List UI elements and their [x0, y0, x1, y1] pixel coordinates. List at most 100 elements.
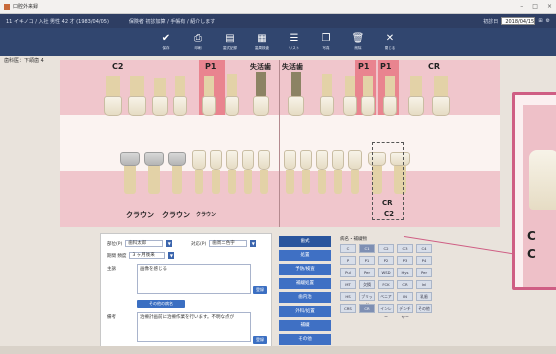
lower-label-crown: クラウン — [126, 211, 154, 219]
diagnosis-cell[interactable]: P — [340, 256, 356, 265]
period-select[interactable]: 3 ヶ月後来 — [129, 252, 166, 259]
note-textarea[interactable]: 治療計画前に治療作業を行います。不明な点が — [137, 312, 251, 342]
chevron-down-icon[interactable]: ▼ — [168, 252, 175, 259]
diagnosis-cell[interactable]: FCK — [378, 280, 394, 289]
photo-button[interactable]: ❐ 写真 — [313, 28, 339, 56]
dentist-info: 歯科医：下頜歯 4 — [4, 58, 44, 64]
delete-button[interactable]: 🗑 削除 — [345, 28, 371, 56]
print-button[interactable]: ⎙ 印刷 — [185, 28, 211, 56]
diagnosis-cell[interactable]: C3 — [397, 244, 413, 253]
app-icon — [4, 3, 10, 10]
diagnosis-cell[interactable]: C1 — [359, 244, 375, 253]
diagnosis-cell[interactable]: ブリッジ — [359, 292, 375, 307]
diagnosis-cell[interactable]: P3 — [397, 256, 413, 265]
diagnosis-cell[interactable]: MT — [340, 280, 356, 289]
maximize-button[interactable]: □ — [532, 3, 538, 10]
diagnosis-cell[interactable]: Hys — [397, 268, 413, 277]
tooth[interactable] — [432, 96, 450, 116]
diagnosis-cell[interactable]: 乳歯 — [416, 292, 432, 301]
tooth-crown-restoration[interactable] — [120, 152, 140, 166]
tooth[interactable] — [104, 96, 122, 116]
diagnosis-cell[interactable]: HS — [340, 292, 356, 301]
settings-icon[interactable]: ⚙ — [546, 18, 550, 24]
diagnosis-cell[interactable]: P2 — [378, 256, 394, 265]
diagnosis-cell[interactable]: Inl — [416, 280, 432, 289]
category-button[interactable]: 補綴処置 — [279, 278, 331, 289]
category-button[interactable]: 補綴 — [279, 320, 331, 331]
list-button[interactable]: ☰ リスト — [281, 28, 307, 56]
tooth[interactable] — [152, 96, 168, 116]
tooth[interactable] — [173, 96, 187, 116]
category-button[interactable]: 処置 — [279, 250, 331, 261]
diagnosis-cell[interactable]: その他 — [416, 304, 432, 313]
tooth[interactable] — [253, 96, 269, 116]
tooth[interactable] — [242, 150, 254, 170]
tooth-label: 失活歯 — [250, 63, 271, 71]
tooth-root — [228, 170, 236, 194]
tooth[interactable] — [348, 150, 362, 170]
tooth[interactable] — [300, 150, 312, 170]
tooth[interactable] — [128, 96, 146, 116]
tooth[interactable] — [320, 96, 334, 116]
diagnosis-cell[interactable]: インレー — [378, 304, 394, 319]
tooth[interactable] — [316, 150, 328, 170]
grid-icon[interactable]: ⊞ — [538, 18, 542, 24]
diagnosis-cell[interactable]: P1 — [359, 256, 375, 265]
category-button[interactable]: 歯式 — [279, 236, 331, 247]
diagnosis-cell[interactable]: C — [340, 244, 356, 253]
perio-exam-button[interactable]: ▦ 歯周検査 — [249, 28, 275, 56]
tooth[interactable] — [226, 150, 238, 170]
tooth-crown-restoration[interactable] — [168, 152, 186, 166]
main-complaint-textarea[interactable]: 画像を感じる — [137, 264, 251, 294]
tooth[interactable] — [284, 150, 296, 170]
tooth-select[interactable]: 歯科太郎 — [125, 240, 164, 247]
chevron-down-icon[interactable]: ▼ — [166, 240, 173, 247]
diagnosis-cell[interactable]: CRS — [340, 304, 356, 313]
tooth-root-dark — [291, 72, 301, 98]
category-button[interactable]: 外科/処置 — [279, 306, 331, 317]
main-toolbar: ✔ 保存 ⎙ 印刷 ▤ 歯式記録 ▦ 歯周検査 ☰ リスト ❐ 写真 🗑 削除 ✕ 閉じる — [0, 28, 556, 56]
diagnosis-cell[interactable]: デンチャー — [397, 304, 413, 319]
diagnosis-cell[interactable]: CR — [397, 280, 413, 289]
category-button[interactable]: その他 — [279, 334, 331, 345]
category-button[interactable]: 予防/検査 — [279, 264, 331, 275]
diagnosis-cell[interactable]: ベニア — [378, 292, 394, 301]
tooth[interactable] — [361, 96, 375, 116]
tooth-record-button[interactable]: ▤ 歯式記録 — [217, 28, 243, 56]
note-register-button[interactable]: 登録 — [253, 336, 267, 344]
window-title: 口腔外来録 — [13, 4, 39, 10]
date-input[interactable]: 2018/04/15 — [501, 17, 536, 25]
diagnosis-cell[interactable]: Pul — [340, 268, 356, 277]
dental-chart[interactable]: C2 P1 失活歯 失活歯 P1 P1 CR クラウン クラウン クラウン CR… — [60, 60, 500, 227]
diagnosis-cell[interactable]: Per — [359, 268, 375, 277]
tooth[interactable] — [343, 96, 357, 116]
save-button[interactable]: ✔ 保存 — [153, 28, 179, 56]
category-button[interactable]: 歯内治 — [279, 292, 331, 303]
diagnosis-cell[interactable]: CR — [359, 304, 375, 313]
minimize-button[interactable]: – — [520, 3, 523, 10]
diagnosis-cell[interactable]: P4 — [416, 256, 432, 265]
tooth-crown-restoration[interactable] — [144, 152, 164, 166]
disease-select[interactable]: 歯周ニ色字 — [209, 240, 248, 247]
diagnosis-cell[interactable]: Per — [416, 268, 432, 277]
main-register-button[interactable]: 登録 — [253, 286, 267, 294]
diagnosis-cell[interactable]: C4 — [416, 244, 432, 253]
diagnosis-cell[interactable]: 欠損 — [359, 280, 375, 289]
diagnosis-cell[interactable]: IN — [397, 292, 413, 301]
tooth[interactable] — [225, 96, 239, 116]
close-window-button[interactable]: × — [547, 3, 552, 10]
print-icon: ⎙ — [194, 33, 202, 44]
other-disease-button[interactable]: その他の病名 — [137, 300, 185, 308]
tooth[interactable] — [210, 150, 222, 170]
tooth[interactable] — [192, 150, 206, 170]
tooth[interactable] — [202, 96, 216, 116]
diagnosis-cell[interactable]: WSD — [378, 268, 394, 277]
tooth[interactable] — [258, 150, 270, 170]
chevron-down-icon[interactable]: ▼ — [250, 240, 257, 247]
diagnosis-cell[interactable]: C2 — [378, 244, 394, 253]
tooth[interactable] — [332, 150, 344, 170]
tooth[interactable] — [288, 96, 304, 116]
tooth[interactable] — [408, 96, 424, 116]
close-button[interactable]: ✕ 閉じる — [377, 28, 403, 56]
tooth[interactable] — [383, 96, 397, 116]
